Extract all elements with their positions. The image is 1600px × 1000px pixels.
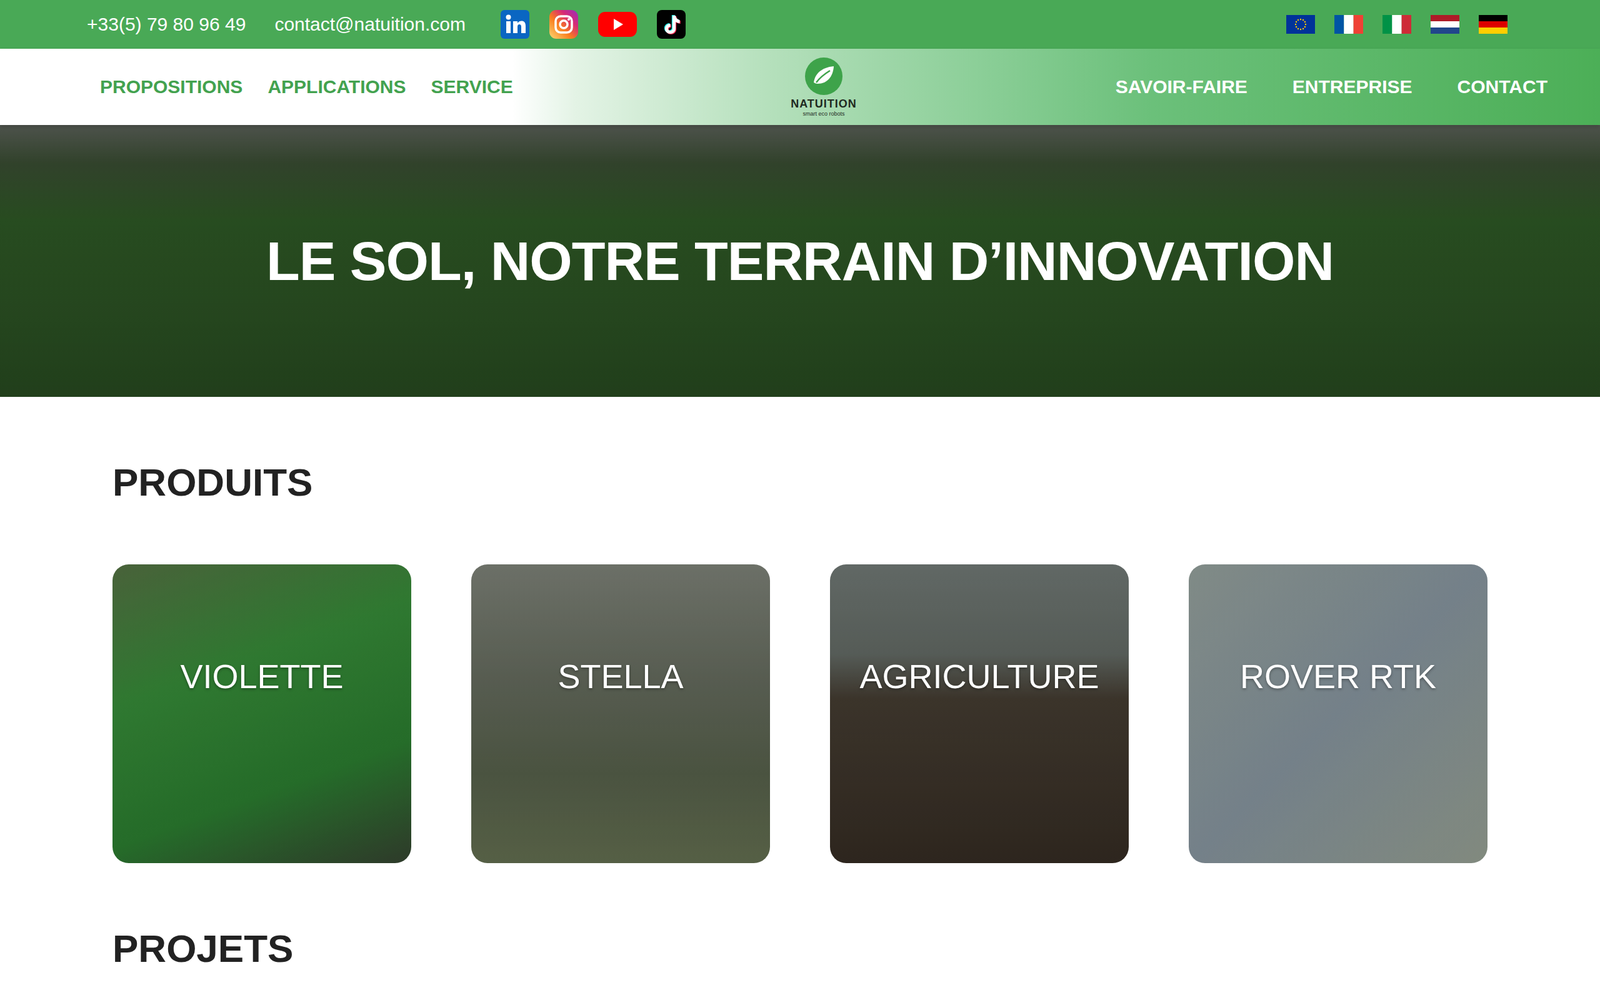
section: PRODUITS VIOLETTE STELLA AGRICULTURE ROVER R… (112, 396, 1488, 864)
nav-right: SAVOIR-FAIRE ENTREPRISE CONTACT (881, 76, 1548, 98)
nav-item[interactable]: SERVICE (431, 76, 514, 98)
instagram-icon[interactable] (549, 10, 579, 39)
email-link[interactable]: contact@natuition.com (274, 13, 466, 35)
top-bar: +33(5) 79 80 96 49 contact@natuition.com (0, 0, 1600, 49)
language-flags (1286, 15, 1508, 34)
product-card[interactable]: STELLA (471, 564, 770, 864)
page: +33(5) 79 80 96 49 contact@natuition.com P… (0, 0, 1600, 1000)
nav-bar: PROPOSITIONS APPLICATIONS SERVICE NATUITION… (0, 48, 1600, 125)
nav-left: PROPOSITIONS APPLICATIONS SERVICE (100, 76, 766, 98)
nav-item[interactable]: APPLICATIONS (267, 76, 406, 98)
eu-flag-icon[interactable] (1286, 15, 1315, 34)
youtube-icon[interactable] (598, 10, 637, 39)
content: PRODUITS VIOLETTE STELLA AGRICULTURE ROVER R… (0, 396, 1600, 973)
phone-link[interactable]: +33(5) 79 80 96 49 (86, 13, 246, 35)
product-card[interactable]: AGRICULTURE (830, 564, 1129, 864)
hero-title: LE SOL, NOTRE TERRAIN D’INNOVATION (266, 229, 1334, 294)
social-links (500, 10, 686, 39)
leaf-logo-icon (805, 57, 843, 95)
nav-item[interactable]: ENTREPRISE (1292, 76, 1413, 98)
card-label: ROVER RTK (1240, 656, 1437, 696)
logo[interactable]: NATUITIONsmart eco robots (765, 57, 882, 117)
section: PROJETS (112, 863, 1488, 972)
product-card[interactable]: VIOLETTE (112, 564, 412, 864)
french-flag-icon[interactable] (1334, 15, 1364, 34)
hero-banner: LE SOL, NOTRE TERRAIN D’INNOVATION (0, 125, 1600, 397)
section-title: PRODUITS (112, 459, 1488, 506)
tiktok-icon[interactable] (656, 10, 686, 39)
nav-item[interactable]: CONTACT (1457, 76, 1548, 98)
card-label: STELLA (557, 656, 684, 696)
section-title: PROJETS (112, 925, 1488, 972)
product-card[interactable]: ROVER RTK (1188, 564, 1488, 864)
nav-item[interactable]: SAVOIR-FAIRE (1115, 76, 1248, 98)
contact-group: +33(5) 79 80 96 49 contact@natuition.com (86, 10, 686, 39)
logo-name: NATUITION (790, 97, 857, 111)
italian-flag-icon[interactable] (1382, 15, 1412, 34)
card-grid: VIOLETTE STELLA AGRICULTURE ROVER RTK (112, 564, 1488, 864)
dutch-flag-icon[interactable] (1430, 15, 1460, 34)
linkedin-icon[interactable] (500, 10, 530, 39)
logo-tagline: smart eco robots (802, 110, 845, 117)
card-label: VIOLETTE (180, 656, 344, 696)
german-flag-icon[interactable] (1478, 15, 1508, 34)
card-label: AGRICULTURE (859, 656, 1099, 696)
nav-item[interactable]: PROPOSITIONS (100, 76, 243, 98)
